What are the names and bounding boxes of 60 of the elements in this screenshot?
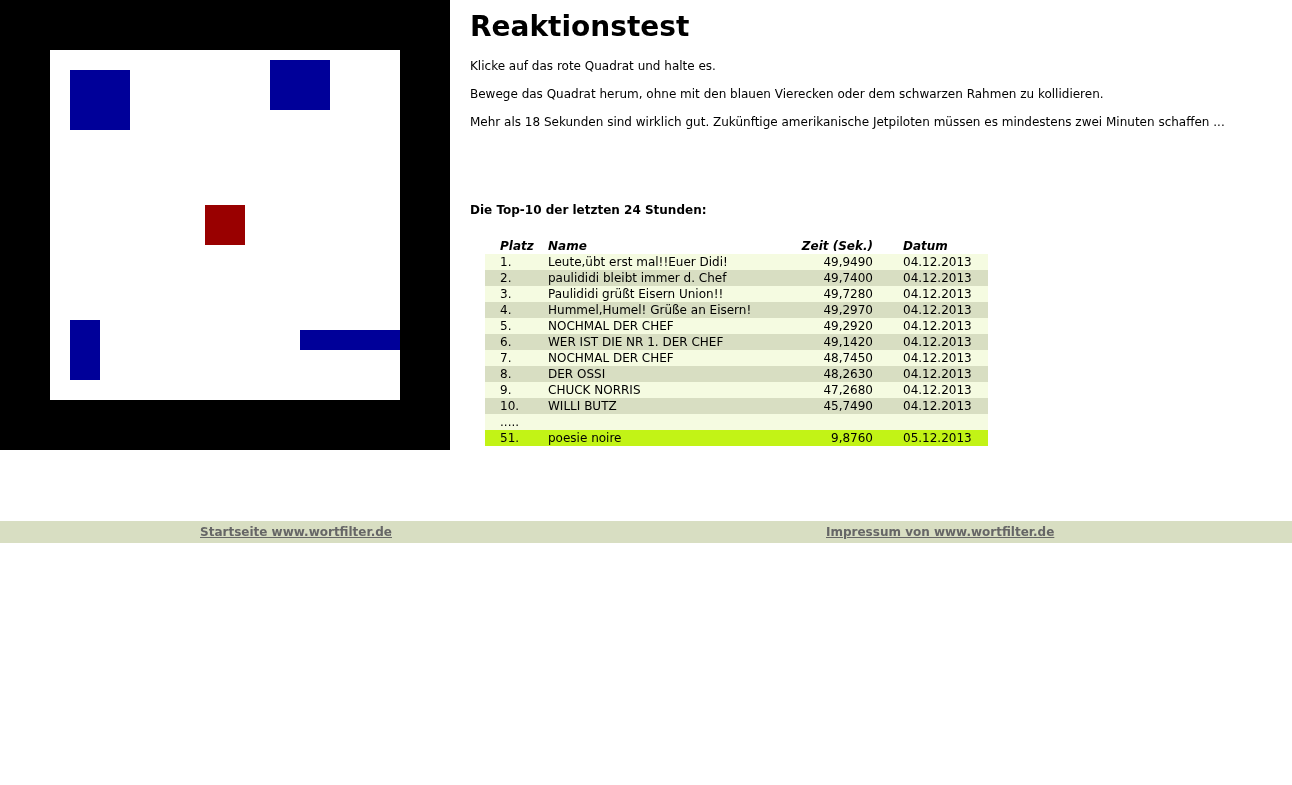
table-cell: 04.12.2013 — [903, 303, 972, 317]
table-cell: 49,9490 — [823, 255, 873, 269]
footer-link[interactable]: Startseite www.wortfilter.de — [200, 521, 392, 543]
table-cell: WER IST DIE NR 1. DER CHEF — [548, 335, 724, 349]
table-cell: 49,2920 — [823, 319, 873, 333]
table-cell: 45,7490 — [823, 399, 873, 413]
table-cell: 49,7400 — [823, 271, 873, 285]
table-cell: 04.12.2013 — [903, 383, 972, 397]
table-cell: 51. — [500, 431, 520, 445]
table-cell: 1. — [500, 255, 512, 269]
footer-link[interactable]: Impressum von www.wortfilter.de — [826, 521, 1055, 543]
table-cell: 49,7280 — [823, 287, 873, 301]
table-cell: 04.12.2013 — [903, 335, 972, 349]
table-cell: 04.12.2013 — [903, 255, 972, 269]
column-header: Zeit (Sek.) — [773, 238, 873, 254]
highscore-heading: Die Top-10 der letzten 24 Stunden: — [470, 202, 708, 218]
table-cell: 10. — [500, 399, 520, 413]
obstacle-block — [270, 60, 330, 110]
table-cell: 8. — [500, 367, 512, 381]
page-title: Reaktionstest — [470, 10, 691, 44]
obstacle-block — [70, 70, 130, 130]
table-cell: poesie noire — [548, 431, 622, 445]
table-cell: WILLI BUTZ — [548, 399, 617, 413]
table-cell: NOCHMAL DER CHEF — [548, 319, 674, 333]
table-cell: 47,2680 — [823, 383, 873, 397]
table-cell: 48,7450 — [823, 351, 873, 365]
table-cell: 48,2630 — [823, 367, 873, 381]
table-cell: 49,1420 — [823, 335, 873, 349]
table-cell: 04.12.2013 — [903, 367, 972, 381]
table-cell: 9,8760 — [831, 431, 873, 445]
instruction-text: Bewege das Quadrat herum, ohne mit den blauen Vierecken oder dem schwarzen Rahmen zu kollidieren. — [470, 86, 1105, 102]
table-cell: CHUCK NORRIS — [548, 383, 641, 397]
table-cell: 4. — [500, 303, 512, 317]
column-header: Name — [548, 238, 773, 254]
table-cell: 05.12.2013 — [903, 431, 972, 445]
table-cell: 04.12.2013 — [903, 287, 972, 301]
table-cell: 04.12.2013 — [903, 319, 972, 333]
table-cell: Hummel,Humel! Grüße an Eisern! — [548, 303, 752, 317]
table-cell: 6. — [500, 335, 512, 349]
table-cell: 2. — [500, 271, 512, 285]
table-cell: 3. — [500, 287, 512, 301]
table-cell: 04.12.2013 — [903, 399, 972, 413]
table-cell: DER OSSI — [548, 367, 606, 381]
table-cell: 49,2970 — [823, 303, 873, 317]
table-cell: paulididi bleibt immer d. Chef — [548, 271, 727, 285]
column-header: Datum — [873, 238, 988, 254]
table-cell: 5. — [500, 319, 512, 333]
table-cell: Paulididi grüßt Eisern Union!! — [548, 287, 724, 301]
column-header: Platz — [485, 238, 548, 254]
table-cell: 04.12.2013 — [903, 271, 972, 285]
table-cell: 9. — [500, 383, 512, 397]
table-cell: ..... — [500, 415, 520, 429]
table-cell: 7. — [500, 351, 512, 365]
obstacle-block — [70, 320, 100, 380]
table-cell: 04.12.2013 — [903, 351, 972, 365]
table-cell: NOCHMAL DER CHEF — [548, 351, 674, 365]
instruction-text: Mehr als 18 Sekunden sind wirklich gut. Zukünftige amerikanische Jetpiloten müssen es mindestens zwei Minuten schaffen ... — [470, 114, 1226, 130]
instruction-text: Klicke auf das rote Quadrat und halte es. — [470, 58, 717, 74]
player-square[interactable] — [205, 205, 245, 245]
table-cell: Leute,übt erst mal!!Euer Didi! — [548, 255, 728, 269]
